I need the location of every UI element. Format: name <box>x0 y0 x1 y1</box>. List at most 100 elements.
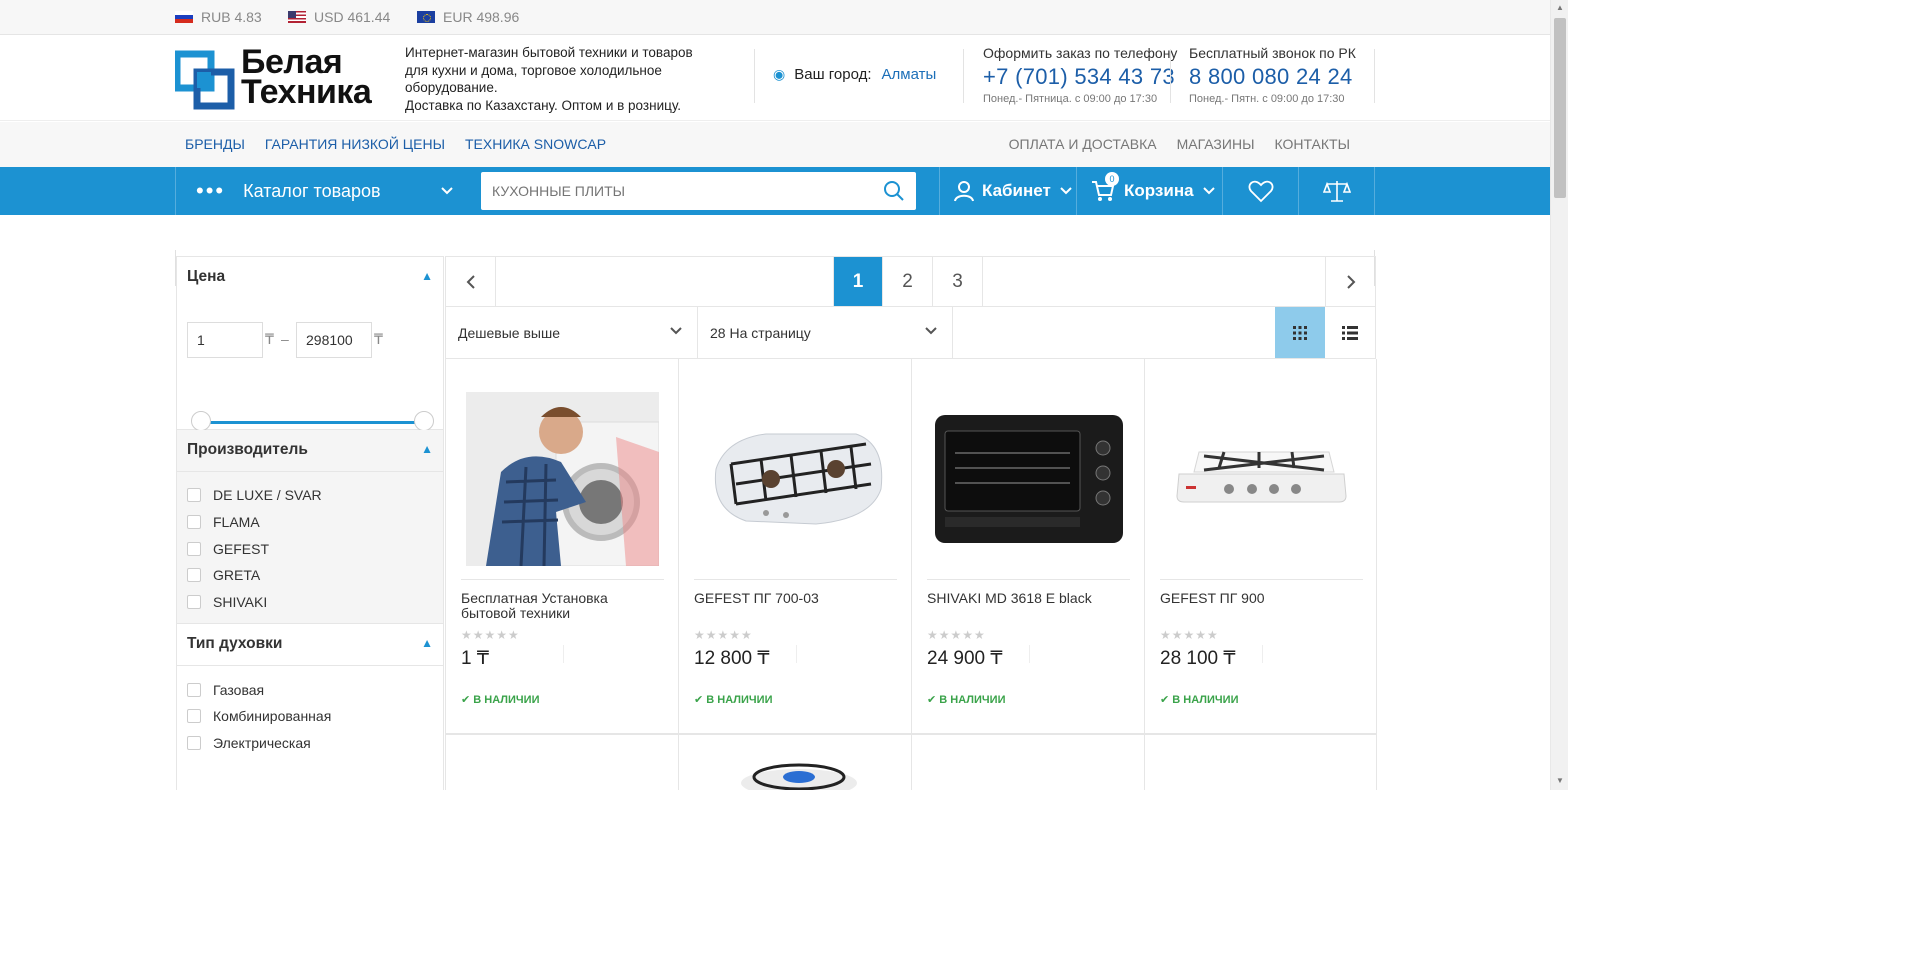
product-card[interactable] <box>445 734 678 790</box>
gas-burner-icon <box>741 763 857 790</box>
product-card[interactable]: GEFEST ПГ 900 ★★★★★ 28 100 ₸ ✔ В наличии <box>1144 359 1377 734</box>
product-card[interactable] <box>1144 734 1377 790</box>
product-card[interactable]: SHIVAKI MD 3618 E black ★★★★★ 24 900 ₸ ✔… <box>911 359 1144 734</box>
next-page-button[interactable] <box>1325 257 1375 306</box>
product-name[interactable]: SHIVAKI MD 3618 E black <box>927 591 1132 606</box>
page-3[interactable]: 3 <box>933 257 983 306</box>
manufacturer-option[interactable]: GRETA <box>187 562 433 589</box>
oven-type-option[interactable]: Газовая <box>187 676 433 703</box>
nav-payment-delivery[interactable]: Оплата и доставка <box>1009 136 1157 152</box>
product-image[interactable] <box>927 379 1130 579</box>
scales-compare-icon <box>1322 181 1351 202</box>
check-icon: ✔ <box>1160 694 1173 706</box>
product-image[interactable] <box>694 379 897 579</box>
nav-low-price-guarantee[interactable]: Гарантия низкой цены <box>265 136 445 152</box>
oven-type-option[interactable]: Комбинированная <box>187 703 433 730</box>
manufacturer-option[interactable]: FLAMA <box>187 509 433 536</box>
price-filter-header[interactable]: Цена ▲ <box>177 257 443 299</box>
dots-menu-icon: ••• <box>196 178 226 203</box>
page-2[interactable]: 2 <box>883 257 933 306</box>
list-icon <box>1342 325 1358 340</box>
checkbox[interactable] <box>187 682 201 697</box>
price-max-input[interactable]: 298100 <box>296 322 372 358</box>
compare-button[interactable] <box>1298 167 1375 215</box>
product-card[interactable] <box>911 734 1144 790</box>
product-name[interactable]: GEFEST ПГ 700-03 <box>694 591 899 606</box>
price-min-input[interactable]: 1 <box>187 322 263 358</box>
sort-order-select[interactable]: Дешевые выше <box>446 307 698 358</box>
usa-flag-icon <box>288 11 306 23</box>
catalog-button[interactable]: ••• Каталог товаров <box>175 167 467 215</box>
grid-view-button[interactable] <box>1275 307 1325 358</box>
technician-photo-icon <box>466 392 659 566</box>
stock-status: ✔ В наличии <box>694 694 773 706</box>
order-phone-number[interactable]: +7 (701) 534 43 73 <box>983 64 1177 90</box>
top-nav: Бренды Гарантия низкой цены Техника Snow… <box>0 122 1550 286</box>
checkbox[interactable] <box>187 709 201 724</box>
chevron-left-icon <box>466 274 475 289</box>
manufacturer-option[interactable]: DE LUXE / SVAR <box>187 482 433 509</box>
site-logo[interactable]: Белая Техника <box>175 43 380 111</box>
price-slider-max-handle[interactable] <box>414 411 434 431</box>
price-slider-track[interactable] <box>201 421 425 424</box>
order-phone: Оформить заказ по телефону +7 (701) 534 … <box>983 45 1178 105</box>
scroll-down-icon[interactable]: ▼ <box>1555 776 1565 786</box>
divider <box>1374 49 1375 103</box>
scrollbar-thumb[interactable] <box>1554 18 1566 198</box>
price-filter: Цена ▲ 1 ₸ – 298100 ₸ <box>177 257 443 431</box>
page-1[interactable]: 1 <box>833 257 883 306</box>
product-price: 12 800 ₸ <box>694 645 798 669</box>
chevron-down-icon <box>925 327 937 335</box>
manufacturer-option[interactable]: SHIVAKI <box>187 589 433 616</box>
checkbox[interactable] <box>187 568 201 583</box>
product-card[interactable] <box>678 734 911 790</box>
checkbox[interactable] <box>187 541 201 556</box>
free-call-number[interactable]: 8 800 080 24 24 <box>1189 64 1356 90</box>
nav-contacts[interactable]: Контакты <box>1274 136 1350 152</box>
wishlist-button[interactable] <box>1222 167 1298 215</box>
oven-type-option[interactable]: Электрическая <box>187 730 433 757</box>
price-slider-min-handle[interactable] <box>191 411 211 431</box>
product-card[interactable]: Бесплатная Установка бытовой техники ★★★… <box>445 359 678 734</box>
city-link[interactable]: Алматы <box>882 66 937 83</box>
stock-status: ✔ В наличии <box>927 694 1006 706</box>
chevron-right-icon <box>1346 274 1355 289</box>
manufacturer-filter: Производитель ▲ DE LUXE / SVAR FLAMA GEFE… <box>177 430 443 625</box>
city-selector[interactable]: ◉ Ваш город: Алматы <box>773 66 936 83</box>
checkbox[interactable] <box>187 595 201 610</box>
product-image[interactable] <box>1160 379 1363 579</box>
checkbox[interactable] <box>187 488 201 503</box>
nav-brands[interactable]: Бренды <box>185 136 245 152</box>
checkbox[interactable] <box>187 515 201 530</box>
manufacturer-option[interactable]: GEFEST <box>187 535 433 562</box>
scroll-up-icon[interactable]: ▲ <box>1555 3 1565 13</box>
manufacturer-filter-header[interactable]: Производитель ▲ <box>177 430 443 472</box>
product-name[interactable]: GEFEST ПГ 900 <box>1160 591 1365 606</box>
check-icon: ✔ <box>461 694 474 706</box>
eu-flag-icon <box>417 11 435 23</box>
currency-rub: RUB 4.83 <box>175 9 262 25</box>
cart-button[interactable]: 0 Корзина <box>1076 167 1222 215</box>
divider <box>1170 49 1171 103</box>
product-card[interactable]: GEFEST ПГ 700-03 ★★★★★ 12 800 ₸ ✔ В нали… <box>678 359 911 734</box>
cabinet-button[interactable]: Кабинет <box>939 167 1076 215</box>
grid-icon <box>1293 325 1307 340</box>
oven-type-filter-header[interactable]: Тип духовки ▲ <box>177 624 443 667</box>
logo-mark-icon <box>175 50 235 110</box>
per-page-select[interactable]: 28 На страницу <box>698 307 953 358</box>
gas-hob-icon <box>1176 451 1347 503</box>
page-scrollbar[interactable]: ▲ ▼ <box>1550 0 1568 790</box>
checkbox[interactable] <box>187 736 201 751</box>
nav-snowcap[interactable]: Техника Snowcap <box>465 136 606 152</box>
logo-text: Белая Техника <box>241 43 372 111</box>
product-name[interactable]: Бесплатная Установка бытовой техники <box>461 591 666 621</box>
prev-page-button[interactable] <box>446 257 496 306</box>
stock-status: ✔ В наличии <box>461 694 540 706</box>
nav-stores[interactable]: Магазины <box>1177 136 1255 152</box>
product-image[interactable] <box>461 379 664 579</box>
product-price: 24 900 ₸ <box>927 645 1031 669</box>
chevron-down-icon <box>1202 187 1215 195</box>
list-view-button[interactable] <box>1325 307 1375 358</box>
search-icon[interactable] <box>883 180 905 202</box>
search-input[interactable] <box>481 172 871 210</box>
